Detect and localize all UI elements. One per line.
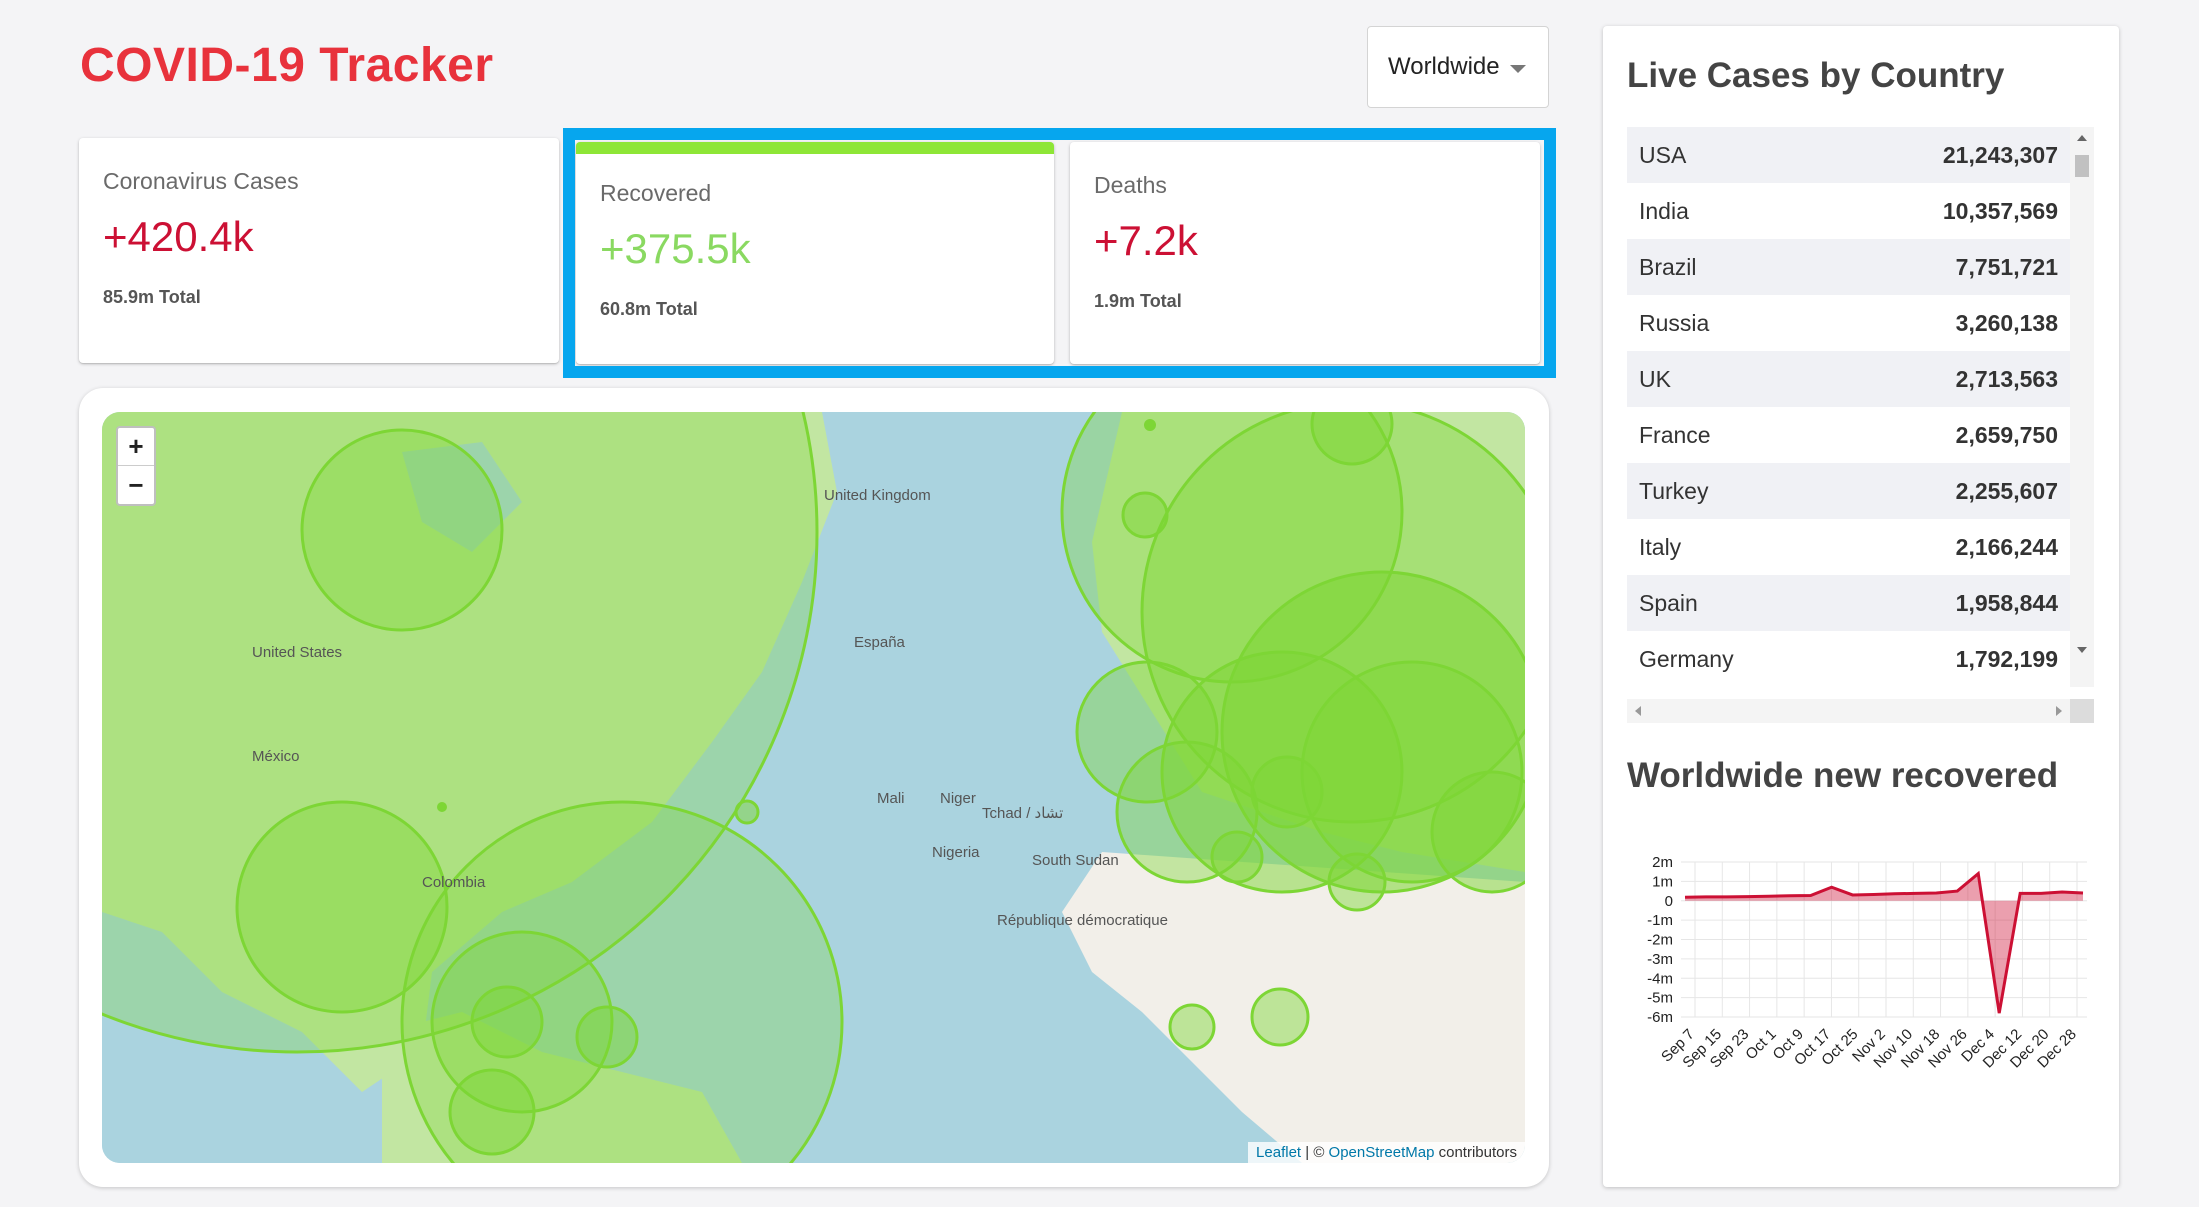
chart-y-tick-label: 0	[1665, 893, 1673, 910]
country-name: Italy	[1639, 533, 1682, 560]
country-name: USA	[1639, 141, 1687, 168]
table-row: France 2,659,750	[1627, 407, 2070, 463]
country-table[interactable]: USA 21,243,307 India 10,357,569 Brazil 7,75…	[1627, 127, 2070, 687]
place-label: Niger	[940, 790, 976, 807]
country-cases: 10,357,569	[1942, 197, 2058, 224]
country-name: UK	[1639, 365, 1671, 392]
map-attribution: Leaflet | © OpenStreetMap contributors	[1248, 1142, 1525, 1163]
app-root: COVID-19 Tracker Worldwide Coronavirus C…	[0, 0, 2199, 1207]
place-label: Colombia	[422, 874, 486, 891]
chart-x-tick-label: Oct 1	[1742, 1026, 1779, 1063]
table-row: Spain 1,958,844	[1627, 575, 2070, 631]
chart-title: Worldwide new recovered	[1627, 756, 2059, 795]
country-name: France	[1639, 421, 1711, 448]
country-name: Germany	[1639, 645, 1734, 672]
sidebar: Live Cases by Country USA 21,243,307 Indi…	[1603, 26, 2119, 1187]
country-cases: 1,792,199	[1955, 645, 2058, 672]
leaflet-link[interactable]: Leaflet	[1256, 1144, 1301, 1161]
country-cases: 3,260,138	[1955, 309, 2058, 336]
map-card: United States México Colombia United Kin…	[79, 388, 1549, 1187]
infobox-recovered-total: 60.8m Total	[600, 299, 698, 319]
place-label: México	[252, 748, 300, 765]
table-title: Live Cases by Country	[1627, 56, 2005, 95]
table-row: India 10,357,569	[1627, 183, 2070, 239]
country-name: Spain	[1639, 589, 1698, 616]
scroll-thumb[interactable]	[2075, 155, 2089, 177]
place-label: Tchad / تشاد	[982, 805, 1064, 822]
world-map[interactable]: United States México Colombia United Kin…	[102, 412, 1525, 1163]
place-label: Mali	[877, 790, 905, 807]
scroll-right-icon[interactable]	[2056, 706, 2062, 716]
chart-y-tick-label: -5m	[1647, 990, 1673, 1007]
country-cases: 2,713,563	[1955, 365, 2058, 392]
infobox-deaths[interactable]: Deaths +7.2k 1.9m Total	[1070, 142, 1540, 364]
country-cases: 2,255,607	[1955, 477, 2058, 504]
infobox-cases[interactable]: Coronavirus Cases +420.4k 85.9m Total	[79, 138, 559, 363]
country-name: Russia	[1639, 309, 1710, 336]
chart-y-tick-label: 1m	[1652, 873, 1673, 890]
place-label: España	[854, 634, 905, 651]
chart-y-tick-label: -3m	[1647, 951, 1673, 968]
zoom-out-button[interactable]: −	[118, 466, 154, 504]
infobox-cases-total: 85.9m Total	[103, 287, 201, 307]
table-row: Russia 3,260,138	[1627, 295, 2070, 351]
table-row: UK 2,713,563	[1627, 351, 2070, 407]
chart-y-tick-label: -6m	[1647, 1009, 1673, 1026]
infobox-deaths-value: +7.2k	[1094, 217, 1198, 264]
place-label: Nigeria	[932, 844, 980, 861]
country-name: Turkey	[1639, 477, 1709, 504]
country-select[interactable]: Worldwide	[1367, 26, 1549, 108]
infobox-recovered-label: Recovered	[600, 180, 712, 206]
country-select-value: Worldwide	[1388, 53, 1500, 80]
place-label: République démocratique	[997, 912, 1168, 929]
zoom-in-button[interactable]: +	[118, 428, 154, 466]
table-row: Italy 2,166,244	[1627, 519, 2070, 575]
place-label: United States	[252, 644, 343, 661]
recovered-line-chart: 2m1m0-1m-2m-3m-4m-5m-6mSep 7Sep 15Sep 23…	[1647, 854, 2087, 1071]
table-horizontal-scrollbar[interactable]	[1627, 699, 2070, 723]
map-zoom-control: + −	[116, 426, 156, 506]
country-name: India	[1639, 197, 1689, 224]
map-tiles	[102, 412, 1525, 1163]
chart-y-tick-label: 2m	[1652, 854, 1673, 871]
country-cases: 2,166,244	[1955, 533, 2058, 560]
chart-y-tick-label: -4m	[1647, 970, 1673, 987]
scroll-up-icon[interactable]	[2077, 135, 2087, 141]
infobox-recovered-value: +375.5k	[600, 225, 751, 272]
country-cases: 2,659,750	[1955, 421, 2058, 448]
osm-link[interactable]: OpenStreetMap	[1329, 1144, 1435, 1161]
place-label: South Sudan	[1032, 852, 1119, 869]
place-label: United Kingdom	[824, 487, 931, 504]
table-row: Turkey 2,255,607	[1627, 463, 2070, 519]
attribution-tail: contributors	[1434, 1144, 1517, 1161]
chart-y-tick-label: -2m	[1647, 932, 1673, 949]
scroll-left-icon[interactable]	[1635, 706, 1641, 716]
table-vertical-scrollbar[interactable]	[2070, 127, 2094, 687]
infobox-cases-label: Coronavirus Cases	[103, 168, 299, 194]
table-row: USA 21,243,307	[1627, 127, 2070, 183]
chart-series-line	[1684, 870, 2084, 1014]
table-row: Brazil 7,751,721	[1627, 239, 2070, 295]
table-row: Germany 1,792,199	[1627, 631, 2070, 687]
country-cases: 1,958,844	[1955, 589, 2058, 616]
infobox-deaths-total: 1.9m Total	[1094, 291, 1182, 311]
chevron-down-icon	[1510, 65, 1526, 73]
infobox-cases-value: +420.4k	[103, 213, 254, 260]
infobox-recovered[interactable]: Recovered +375.5k 60.8m Total	[576, 142, 1054, 364]
country-cases: 21,243,307	[1942, 141, 2058, 168]
app-title: COVID-19 Tracker	[80, 39, 494, 92]
chart-y-tick-label: -1m	[1647, 912, 1673, 929]
country-cases: 7,751,721	[1955, 253, 2058, 280]
scroll-down-icon[interactable]	[2077, 647, 2087, 653]
attribution-separator: | ©	[1301, 1144, 1329, 1161]
infobox-deaths-label: Deaths	[1094, 172, 1167, 198]
scrollbar-corner	[2070, 699, 2094, 723]
country-name: Brazil	[1639, 253, 1697, 280]
